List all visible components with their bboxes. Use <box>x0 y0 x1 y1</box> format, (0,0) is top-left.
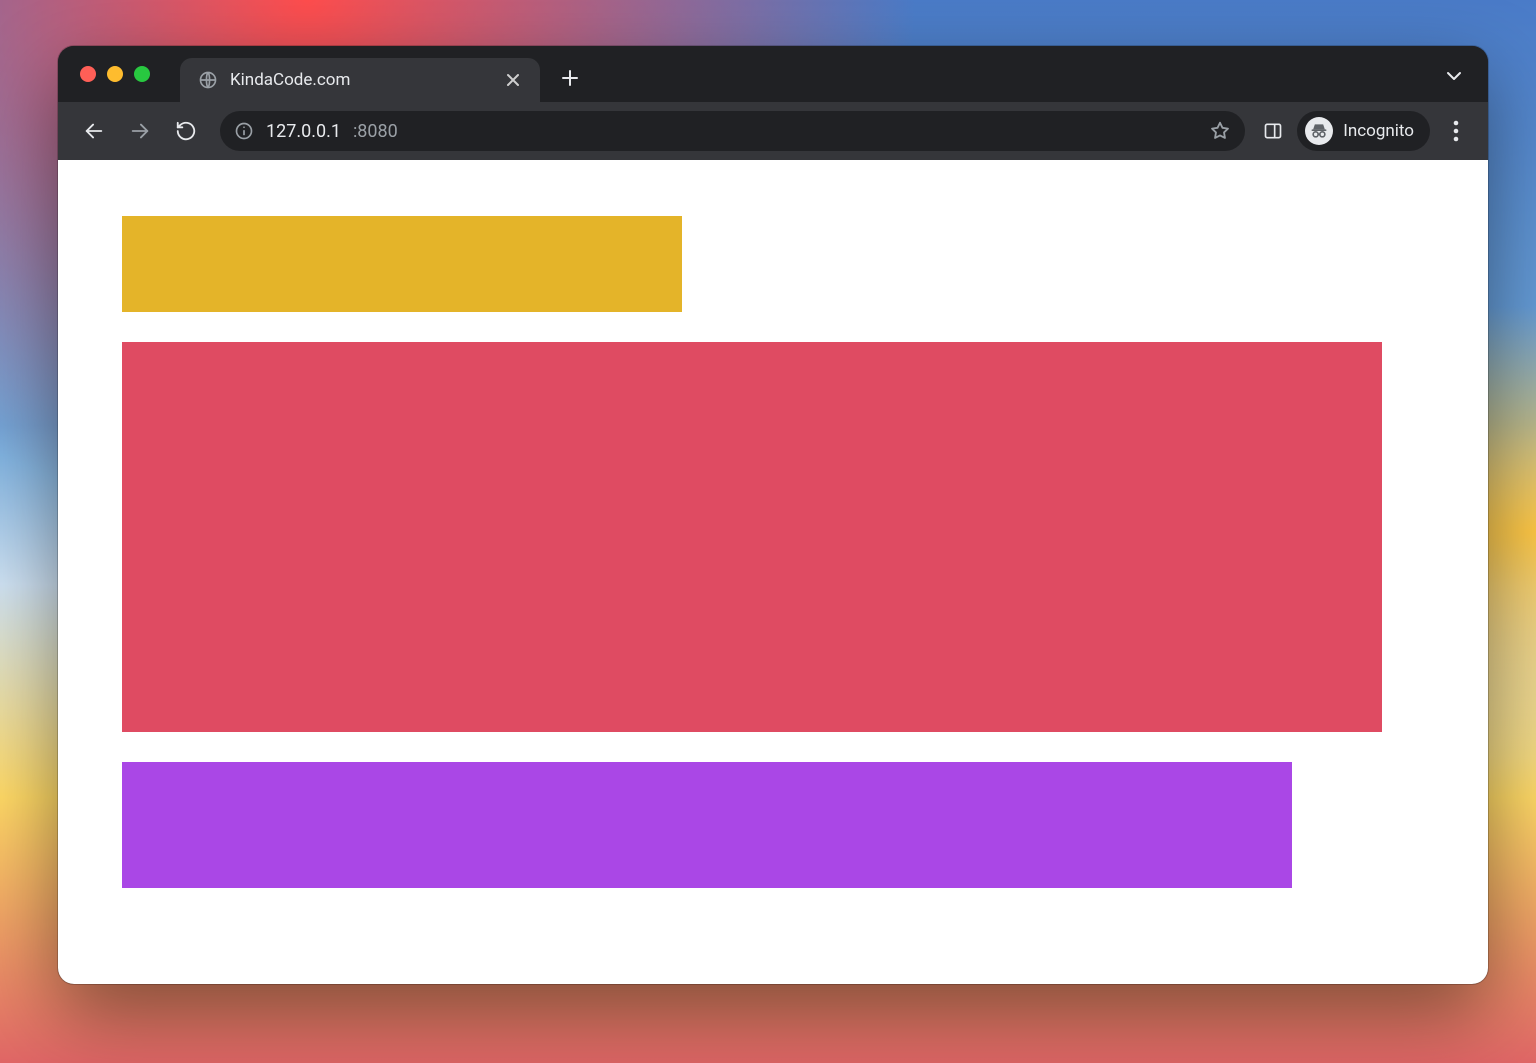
browser-window: KindaCode.com <box>58 46 1488 984</box>
globe-icon <box>198 70 218 90</box>
content-box-purple <box>122 762 1292 888</box>
close-icon[interactable] <box>502 69 524 91</box>
chevron-down-icon[interactable] <box>1442 64 1466 88</box>
browser-tab[interactable]: KindaCode.com <box>180 58 540 102</box>
window-minimize-button[interactable] <box>107 66 123 82</box>
window-zoom-button[interactable] <box>134 66 150 82</box>
tab-title: KindaCode.com <box>230 70 490 90</box>
url-host: 127.0.0.1 <box>266 121 341 142</box>
address-bar[interactable]: 127.0.0.1 :8080 <box>220 111 1245 151</box>
new-tab-button[interactable] <box>552 60 588 96</box>
forward-button[interactable] <box>120 111 160 151</box>
content-box-amber <box>122 216 682 312</box>
side-panel-icon[interactable] <box>1259 117 1287 145</box>
back-button[interactable] <box>74 111 114 151</box>
window-close-button[interactable] <box>80 66 96 82</box>
content-box-pink <box>122 342 1382 732</box>
tab-strip: KindaCode.com <box>58 46 1488 102</box>
site-info-icon[interactable] <box>234 121 254 141</box>
toolbar-right: Incognito <box>1259 111 1472 151</box>
incognito-indicator[interactable]: Incognito <box>1297 111 1430 151</box>
incognito-icon <box>1305 117 1333 145</box>
kebab-menu-icon[interactable] <box>1440 115 1472 147</box>
toolbar: 127.0.0.1 :8080 <box>58 102 1488 160</box>
window-controls <box>80 66 150 82</box>
url-port: :8080 <box>353 121 398 142</box>
reload-button[interactable] <box>166 111 206 151</box>
page-viewport <box>58 160 1488 984</box>
incognito-label: Incognito <box>1343 121 1414 141</box>
bookmark-star-icon[interactable] <box>1209 120 1231 142</box>
